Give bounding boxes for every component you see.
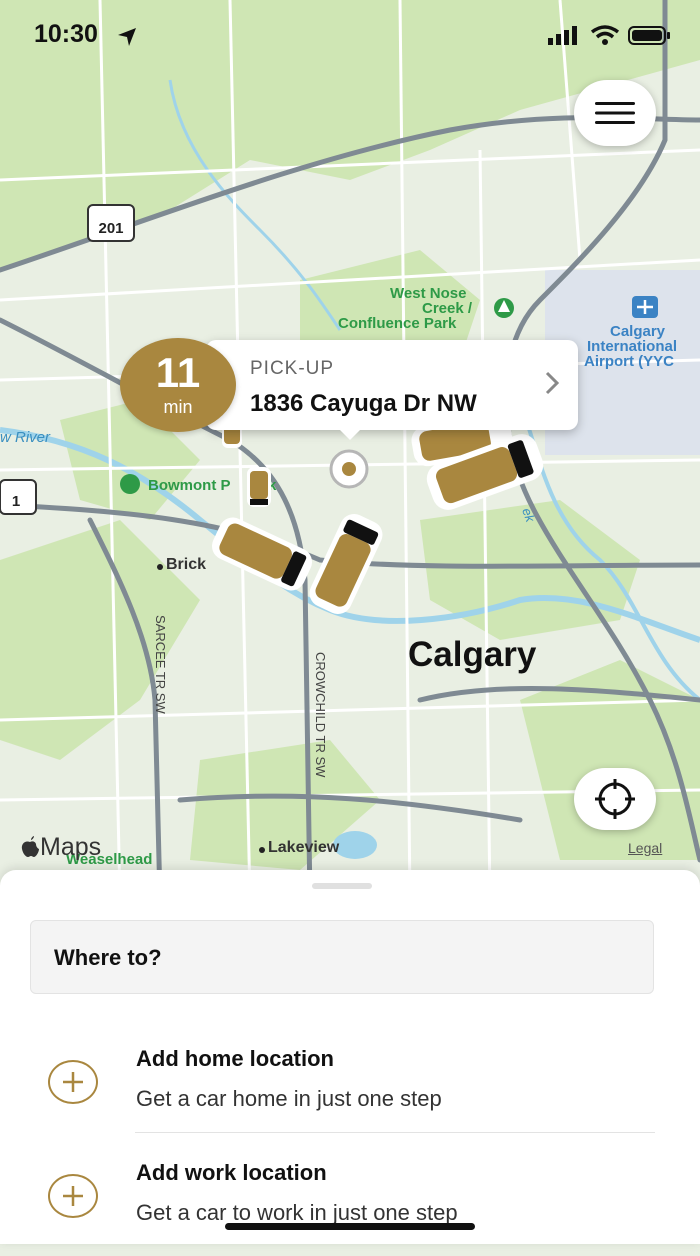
where-to-label: Where to? <box>54 945 162 970</box>
apple-logo-icon <box>21 836 39 857</box>
pickup-pin <box>329 449 369 489</box>
svg-text:201: 201 <box>98 220 123 237</box>
car-icon <box>247 467 271 507</box>
menu-button[interactable] <box>574 80 656 146</box>
hamburger-icon <box>595 102 635 124</box>
river-label: w River <box>0 429 51 446</box>
pickup-label: PICK-UP <box>250 358 335 379</box>
reservoir <box>333 831 377 859</box>
highway-shield-1: 1 <box>0 479 37 515</box>
wifi-icon <box>590 25 620 45</box>
add-work-title: Add work location <box>136 1160 327 1185</box>
maps-logo-text: Maps <box>40 833 102 861</box>
pickup-address: 1836 Cayuga Dr NW <box>250 390 477 417</box>
svg-text:Confluence Park: Confluence Park <box>338 315 457 332</box>
city-label: Calgary <box>408 635 537 674</box>
sheet-grabber[interactable] <box>312 883 372 889</box>
add-home-location-row[interactable]: Add home location Get a car home in just… <box>0 1046 700 1142</box>
highway-shield-201: 201 <box>87 204 135 242</box>
legal-link[interactable]: Legal <box>628 840 662 856</box>
plus-circle-icon <box>48 1174 98 1218</box>
add-home-subtitle: Get a car home in just one step <box>136 1086 442 1111</box>
pickup-card[interactable]: PICK-UP 1836 Cayuga Dr NW <box>206 340 578 430</box>
lakeview-label: Lakeview <box>268 839 340 856</box>
where-to-field[interactable]: Where to? <box>30 920 654 994</box>
chevron-right-icon <box>545 371 560 395</box>
maps-attribution: Maps <box>20 833 101 862</box>
bowmont-park-label: Bowmont P <box>148 477 231 494</box>
location-arrow-icon <box>118 28 136 46</box>
locate-me-button[interactable] <box>574 768 656 830</box>
crosshair-icon <box>595 779 635 819</box>
eta-badge: 11 min <box>120 338 236 432</box>
plus-circle-icon <box>48 1060 98 1104</box>
cellular-signal-icon <box>548 26 577 45</box>
tree-icon <box>120 474 140 494</box>
svg-text:Airport (YYC: Airport (YYC <box>584 353 674 370</box>
status-bar: 10:30 <box>0 0 700 70</box>
svg-text:1: 1 <box>12 493 20 510</box>
home-indicator[interactable] <box>225 1223 475 1230</box>
sarcee-trail-label: SARCEE TR SW <box>153 615 168 714</box>
bottom-sheet[interactable]: Where to? Add home location Get a car ho… <box>0 870 700 1244</box>
crowchild-trail-label: CROWCHILD TR SW <box>313 652 328 778</box>
callout-pointer <box>338 428 362 440</box>
eta-unit: min <box>163 397 193 417</box>
add-work-location-row[interactable]: Add work location Get a car to work in j… <box>0 1160 700 1256</box>
neighborhood-dot <box>157 564 163 570</box>
pickup-callout[interactable]: PICK-UP 1836 Cayuga Dr NW 11 min <box>120 338 580 440</box>
add-home-title: Add home location <box>136 1046 334 1071</box>
brickburn-label: Brick <box>166 556 206 573</box>
divider <box>135 1132 655 1133</box>
eta-minutes: 11 <box>155 349 201 396</box>
neighborhood-dot <box>259 847 265 853</box>
battery-icon <box>628 26 670 45</box>
status-time: 10:30 <box>34 20 98 48</box>
